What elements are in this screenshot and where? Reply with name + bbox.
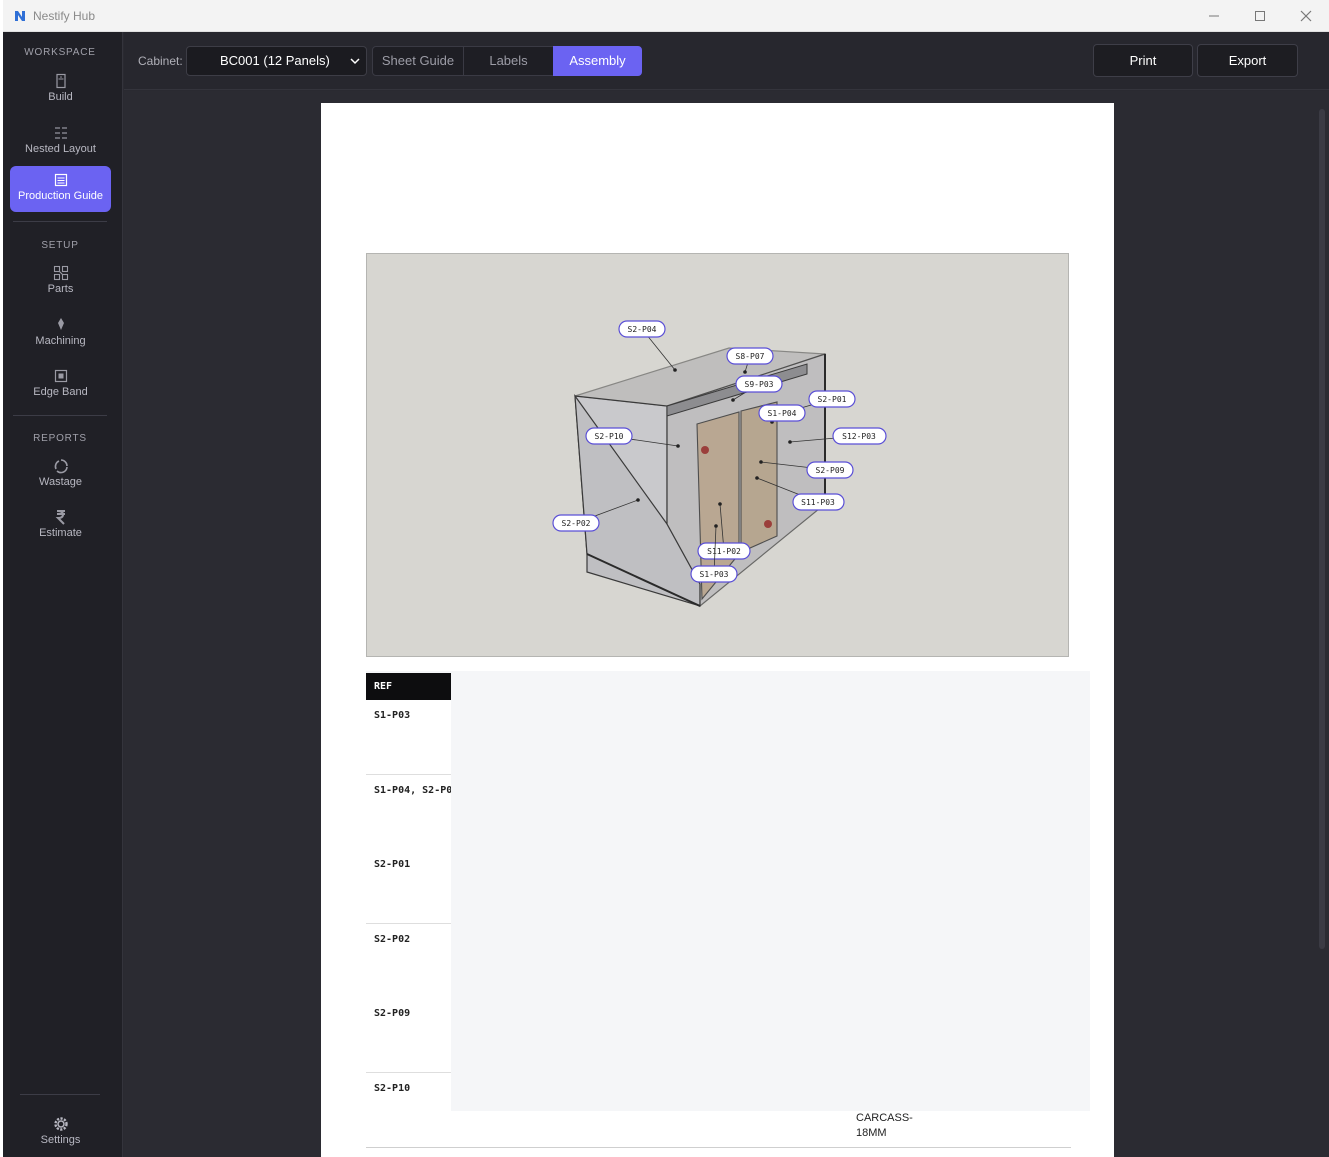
section-workspace: WORKSPACE [24, 47, 96, 58]
callout-S2-P04: S2-P04 [618, 320, 677, 372]
callout-S1-P04: S1-P04 [758, 404, 806, 424]
table-edge [1071, 1111, 1091, 1151]
parts-icon [53, 265, 68, 281]
sidebar-item-label: Machining [35, 335, 86, 347]
close-window-button[interactable] [1283, 0, 1329, 32]
table-row: S2-P09 [366, 998, 451, 1073]
cabinet-handle [701, 446, 709, 454]
callout-label: S1-P04 [768, 409, 797, 418]
rupee-icon [55, 510, 65, 525]
app-logo-icon [15, 11, 25, 21]
ref-column-header: REF [366, 673, 451, 700]
material-line-2: 18MM [856, 1127, 887, 1139]
callout-label: S2-P09 [816, 466, 845, 475]
recycle-icon [54, 459, 68, 474]
callout-label: S11-P02 [707, 547, 741, 556]
callout-label: S2-P10 [595, 432, 624, 441]
toolbar: Cabinet: BC001 (12 Panels) Sheet Guide L… [124, 32, 1329, 90]
table-row: S2-P02 [366, 924, 451, 999]
cabinet-label: Cabinet: [138, 54, 183, 68]
cabinet-handle [764, 520, 772, 528]
cabinet-select[interactable]: BC001 (12 Panels) [186, 46, 367, 76]
settings-label: Settings [40, 1134, 81, 1146]
sidebar: WORKSPACE Build Nested Layout Production… [3, 32, 123, 1157]
guide-page: S2-P04 S8-P07 S9-P03 S2-P01 S1-P04 S12-P… [321, 103, 1114, 1157]
assembly-3d-view[interactable]: S2-P04 S8-P07 S9-P03 S2-P01 S1-P04 S12-P… [366, 253, 1069, 657]
content-area: S2-P04 S8-P07 S9-P03 S2-P01 S1-P04 S12-P… [124, 91, 1329, 1157]
callout-label: S12-P03 [842, 432, 876, 441]
section-setup: SETUP [41, 240, 79, 251]
sidebar-item-build[interactable]: Build [10, 67, 111, 113]
tab-labels[interactable]: Labels [463, 46, 554, 76]
sidebar-item-label: Production Guide [18, 190, 103, 202]
cabinet-icon [55, 73, 66, 89]
sidebar-item-machining[interactable]: Machining [10, 311, 111, 357]
minimize-icon [1209, 15, 1219, 17]
nested-layout-icon [54, 127, 67, 139]
callout-label: S1-P03 [700, 570, 729, 579]
table-row: S2-P10 [366, 1073, 451, 1148]
maximize-icon [1255, 11, 1265, 21]
sidebar-item-edge-band[interactable]: Edge Band [10, 362, 111, 408]
table-row: S1-P03 [366, 700, 451, 775]
sidebar-item-label: Parts [47, 283, 74, 295]
callout-label: S11-P03 [801, 498, 835, 507]
sidebar-item-settings[interactable]: Settings [10, 1110, 111, 1156]
callout-label: S2-P04 [628, 325, 657, 334]
print-button[interactable]: Print [1093, 44, 1193, 77]
cabinet-select-value: BC001 (12 Panels) [220, 53, 330, 68]
material-line-1: CARCASS- [856, 1112, 913, 1124]
sidebar-item-estimate[interactable]: Estimate [10, 503, 111, 549]
material-cell: CARCASS- 18MM [856, 1111, 913, 1141]
callout-label: S2-P02 [562, 519, 591, 528]
sidebar-item-label: Nested Layout [25, 143, 96, 155]
title-bar: Nestify Hub [3, 0, 1329, 32]
cabinet-3d-model: S2-P04 S8-P07 S9-P03 S2-P01 S1-P04 S12-P… [552, 320, 887, 608]
export-button[interactable]: Export [1197, 44, 1298, 77]
tab-assembly[interactable]: Assembly [553, 46, 642, 76]
parts-table [366, 671, 1090, 1111]
sidebar-divider [13, 415, 107, 416]
sidebar-item-parts[interactable]: Parts [10, 259, 111, 305]
cabinet-door-right [740, 401, 778, 553]
callout-label: S8-P07 [736, 352, 765, 361]
drill-icon [57, 318, 64, 330]
table-row: S1-P04, S2-P0 [366, 775, 451, 850]
maximize-button[interactable] [1237, 0, 1283, 32]
close-icon [1300, 10, 1312, 22]
gear-icon [53, 1117, 68, 1131]
minimize-button[interactable] [1191, 0, 1237, 32]
edge-band-icon [54, 369, 67, 383]
sidebar-item-label: Build [48, 91, 73, 103]
sidebar-item-production-guide[interactable]: Production Guide [10, 166, 111, 212]
sidebar-divider [13, 221, 107, 222]
sidebar-divider [20, 1094, 100, 1095]
chevron-down-icon [350, 58, 360, 65]
callout-label: S9-P03 [745, 380, 774, 389]
table-divider [366, 1147, 1071, 1148]
section-reports: REPORTS [33, 433, 87, 444]
sidebar-item-label: Wastage [38, 476, 82, 488]
sidebar-item-nested-layout[interactable]: Nested Layout [10, 119, 111, 165]
app-title: Nestify Hub [33, 9, 96, 23]
document-icon [54, 173, 67, 187]
table-row: S2-P01 [366, 849, 451, 924]
sidebar-item-label: Estimate [39, 527, 82, 539]
sidebar-item-wastage[interactable]: Wastage [10, 452, 111, 498]
sidebar-item-label: Edge Band [33, 386, 88, 398]
vertical-scrollbar[interactable] [1319, 109, 1325, 949]
callout-label: S2-P01 [818, 395, 847, 404]
app-window: Nestify Hub WORKSPACE Build Nested Layou… [3, 0, 1329, 1157]
tab-sheet-guide[interactable]: Sheet Guide [372, 46, 464, 76]
